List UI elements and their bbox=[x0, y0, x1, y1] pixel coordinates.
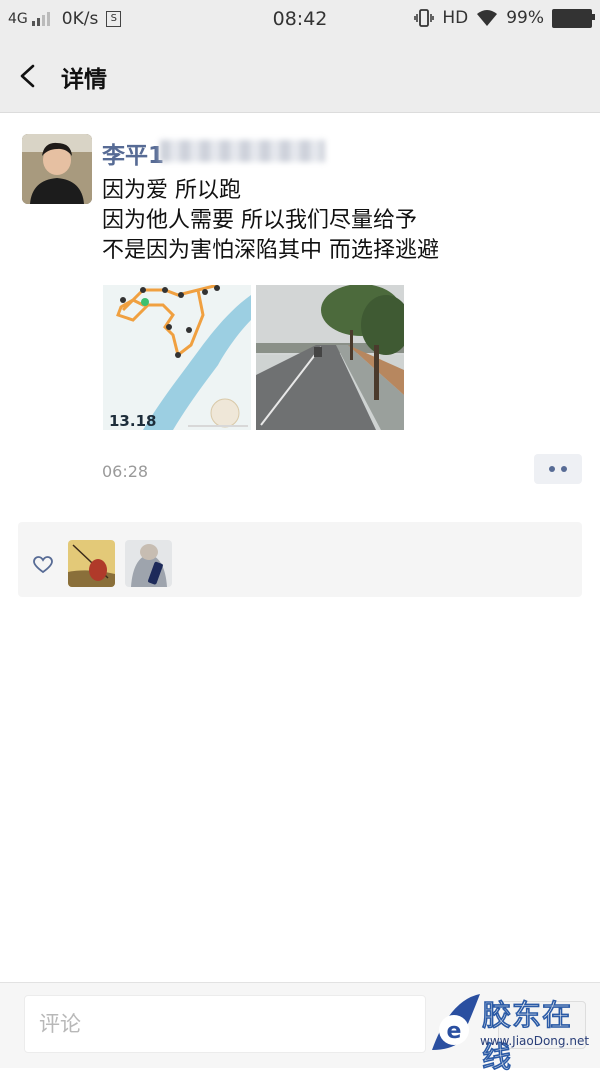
chevron-left-icon[interactable] bbox=[18, 64, 38, 88]
page-title: 详情 bbox=[61, 67, 107, 93]
like-avatar-1[interactable] bbox=[68, 540, 115, 587]
hd-label: HD bbox=[442, 8, 469, 28]
post-text: 因为爱 所以跑 因为他人需要 所以我们尽量给予 不是因为害怕深陷其中 而选择逃避 bbox=[102, 178, 439, 263]
post-time: 06:28 bbox=[102, 462, 149, 481]
distance-label: 13.18 bbox=[109, 412, 157, 430]
watermark-url: www.JiaoDong.net bbox=[480, 1034, 590, 1048]
status-bar: 4G 0K/s S 08:42 HD 99% bbox=[0, 0, 600, 40]
comment-input[interactable] bbox=[24, 995, 426, 1053]
vibrate-icon bbox=[414, 9, 435, 27]
route-map bbox=[103, 285, 251, 430]
more-dots-icon[interactable] bbox=[534, 454, 582, 484]
blurred-name bbox=[160, 140, 325, 162]
heart-icon bbox=[33, 556, 53, 574]
username[interactable]: 李平1 bbox=[102, 136, 164, 170]
status-right: HD 99% bbox=[414, 8, 595, 28]
battery-fill bbox=[554, 10, 590, 26]
wifi-icon bbox=[477, 10, 498, 26]
road-photo-image[interactable] bbox=[256, 285, 404, 430]
likes-panel bbox=[18, 522, 582, 597]
road-photo bbox=[256, 285, 404, 430]
jiaodong-watermark: e 胶东在线 www.JiaoDong.net bbox=[430, 990, 600, 1074]
person-avatar-image bbox=[22, 134, 92, 204]
battery-percent: 99% bbox=[506, 8, 544, 28]
nav-bar: 详情 bbox=[0, 40, 600, 113]
svg-text:e: e bbox=[447, 1019, 462, 1044]
avatar[interactable] bbox=[22, 134, 92, 204]
running-route-map-image[interactable]: 13.18 bbox=[103, 285, 251, 430]
jiaodong-logo-icon: e bbox=[432, 994, 480, 1050]
battery-icon bbox=[552, 8, 595, 28]
like-avatar-2[interactable] bbox=[125, 540, 172, 587]
